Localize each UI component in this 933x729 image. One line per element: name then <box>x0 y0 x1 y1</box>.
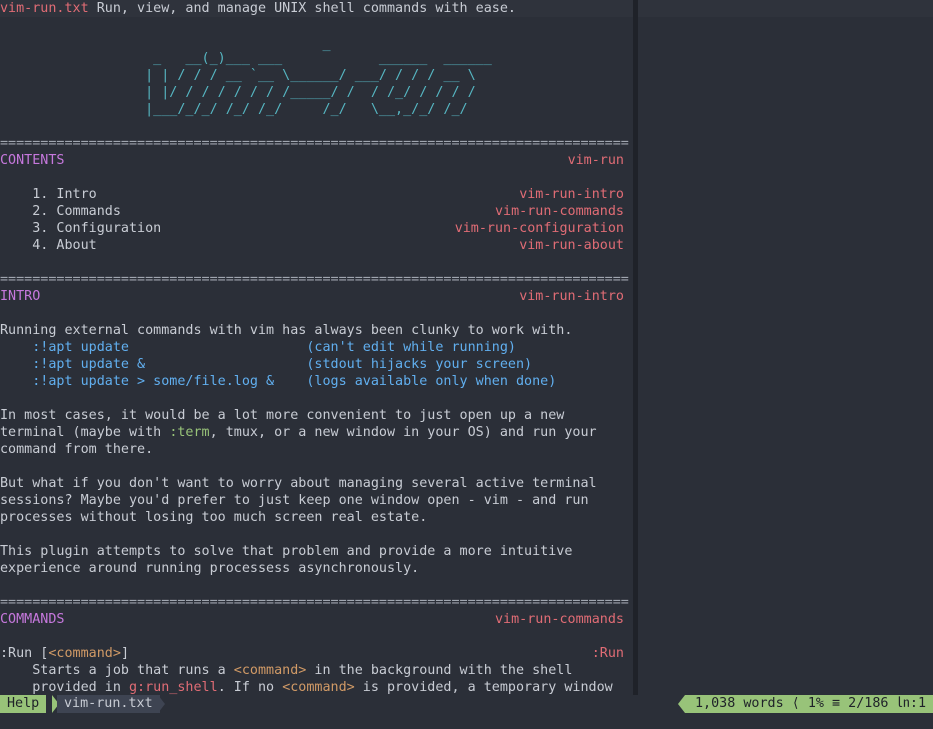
powerline-separator-icon <box>158 695 165 713</box>
title-description: Run, view, and manage UNIX shell command… <box>88 1 516 16</box>
text: . If no <box>217 680 283 695</box>
shell-variable[interactable]: g:run_shell <box>129 680 218 695</box>
run-command-line: :Run [<command>] :Run <box>0 645 624 662</box>
section-separator: ========================================… <box>0 136 629 151</box>
contents-item-label: 4. About <box>0 238 97 253</box>
title-line: vim-run.txt Run, view, and manage UNIX s… <box>0 0 516 17</box>
example-note: (stdout hijacks your screen) <box>306 357 533 372</box>
text: is provided, a temporary window <box>354 680 613 695</box>
contents-header: CONTENTS vim-run <box>0 152 624 169</box>
commands-header: COMMANDS vim-run-commands <box>0 611 624 628</box>
right-pane[interactable] <box>638 17 933 712</box>
ascii-art-line: | | / / / __ `__ \______/ ___/ / / / __ … <box>0 68 476 83</box>
command-arg: <command> <box>233 663 307 678</box>
contents-item[interactable]: 4. About vim-run-about <box>0 237 624 254</box>
text: , tmux, or a new window in your OS) and … <box>209 425 597 440</box>
contents-item[interactable]: 3. Configuration vim-run-configuration <box>0 220 624 237</box>
ascii-art-line: |___/_/_/ /_/ /_/ /_/ \__,_/_/ /_/ <box>0 102 468 117</box>
contents-title: CONTENTS <box>0 153 65 168</box>
status-line: Help vim-run.txt 1,038 words ⟨ 1% ≡ 2/18… <box>0 695 933 713</box>
contents-item-tag[interactable]: vim-run-intro <box>519 186 624 203</box>
text: ] <box>120 646 129 661</box>
status-info: 1,038 words ⟨ 1% ≡ 2/186 ㏑:1 <box>685 695 933 713</box>
intro-paragraph: sessions? Maybe you'd prefer to just kee… <box>0 493 589 508</box>
intro-paragraph: In most cases, it would be a lot more co… <box>0 408 565 423</box>
section-separator: ========================================… <box>0 272 629 287</box>
intro-tag[interactable]: vim-run-intro <box>519 288 624 305</box>
command-arg: <command> <box>282 680 355 695</box>
intro-paragraph: This plugin attempts to solve that probl… <box>0 544 573 559</box>
file-tag[interactable]: vim-run.txt <box>0 1 89 16</box>
intro-title: INTRO <box>0 289 41 304</box>
contents-item[interactable]: 2. Commands vim-run-commands <box>0 203 624 220</box>
command-line[interactable] <box>0 713 933 729</box>
example-line: :!apt update > some/file.log & (logs ava… <box>0 373 556 390</box>
mode-indicator: Help <box>0 695 47 713</box>
text: provided in <box>0 680 129 695</box>
contents-item[interactable]: 1. Intro vim-run-intro <box>0 186 624 203</box>
intro-paragraph: experience around running processess asy… <box>0 561 420 576</box>
powerline-separator-icon <box>678 695 685 713</box>
ascii-art-line: | |/ / / / / / / /_____/ / / /_/ / / / / <box>0 85 476 100</box>
contents-item-tag[interactable]: vim-run-commands <box>495 203 624 220</box>
intro-paragraph: command from there. <box>0 442 154 457</box>
run-description: provided in g:run_shell. If no <command>… <box>0 679 613 695</box>
example-note: (can't edit while running) <box>306 340 516 355</box>
command-arg: <command> <box>48 646 121 661</box>
contents-item-label: 1. Intro <box>0 187 97 202</box>
example-command: :!apt update <box>0 340 307 355</box>
status-filename: vim-run.txt <box>57 695 160 713</box>
ascii-art-line: _ __(_)___ ___ ______ ______ <box>0 51 492 66</box>
intro-paragraph: processes without losing too much screen… <box>0 510 428 525</box>
contents-item-tag[interactable]: vim-run-configuration <box>455 220 624 237</box>
run-tag[interactable]: :Run <box>592 645 624 662</box>
text: Starts a job that runs a <box>0 663 234 678</box>
intro-paragraph: terminal (maybe with :term, tmux, or a n… <box>0 424 597 441</box>
text: terminal (maybe with <box>0 425 170 440</box>
example-line: :!apt update & (stdout hijacks your scre… <box>0 356 532 373</box>
contents-tag[interactable]: vim-run <box>568 152 624 169</box>
intro-paragraph: But what if you don't want to worry abou… <box>0 476 597 491</box>
section-separator: ========================================… <box>0 595 629 610</box>
contents-item-label: 2. Commands <box>0 204 121 219</box>
text: :Run [ <box>0 646 49 661</box>
contents-item-label: 3. Configuration <box>0 221 162 236</box>
help-buffer[interactable]: vim-run.txt Run, view, and manage UNIX s… <box>0 0 633 695</box>
example-command: :!apt update > some/file.log & <box>0 374 307 389</box>
contents-item-tag[interactable]: vim-run-about <box>519 237 624 254</box>
right-pane-top <box>638 0 933 17</box>
example-line: :!apt update (can't edit while running) <box>0 339 516 356</box>
run-description: Starts a job that runs a <command> in th… <box>0 662 572 679</box>
example-command: :!apt update & <box>0 357 307 372</box>
commands-tag[interactable]: vim-run-commands <box>495 611 624 628</box>
text: in the background with the shell <box>306 663 573 678</box>
term-link[interactable]: :term <box>169 425 209 440</box>
intro-header: INTRO vim-run-intro <box>0 288 624 305</box>
intro-paragraph: Running external commands with vim has a… <box>0 323 573 338</box>
commands-title: COMMANDS <box>0 612 65 627</box>
example-note: (logs available only when done) <box>306 374 557 389</box>
